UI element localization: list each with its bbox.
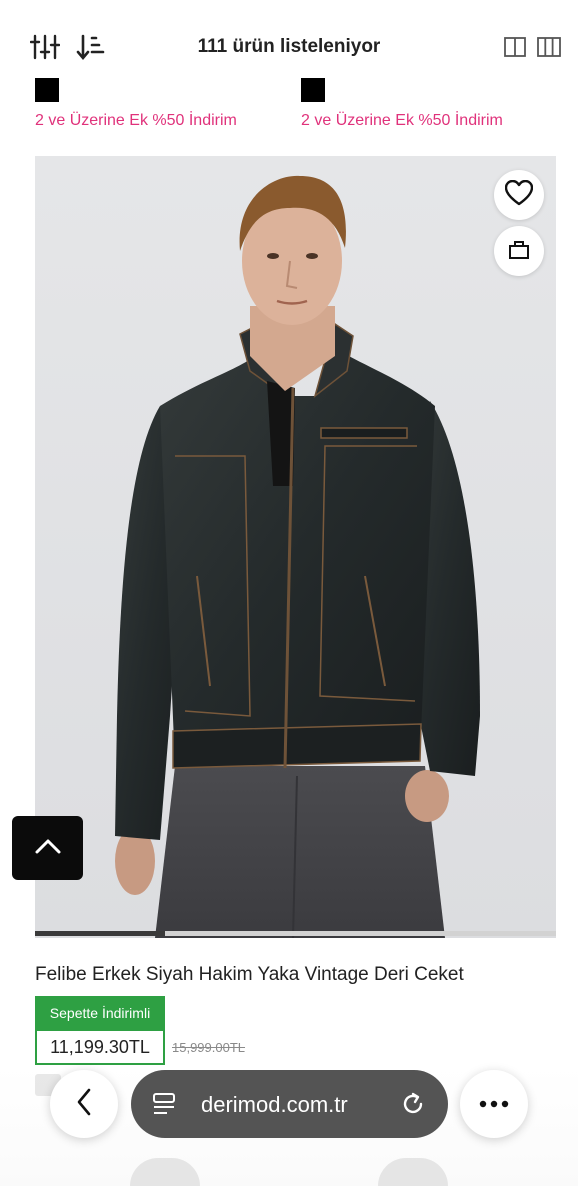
image-slider-progress	[35, 931, 166, 936]
scroll-to-top-button[interactable]	[12, 816, 83, 880]
favorite-button[interactable]	[494, 170, 544, 220]
address-bar[interactable]: derimod.com.tr	[131, 1070, 448, 1138]
promo-text: 2 ve Üzerine Ek %50 İndirim	[301, 112, 503, 129]
color-swatch-black[interactable]	[35, 78, 59, 102]
shopping-bag-icon	[508, 238, 530, 265]
url-text[interactable]: derimod.com.tr	[201, 1092, 348, 1118]
product-price: 11,199.30TL	[35, 1029, 165, 1065]
next-product-thumb	[378, 1158, 448, 1186]
promo-text: 2 ve Üzerine Ek %50 İndirim	[35, 112, 237, 129]
chevron-up-icon	[34, 837, 62, 860]
color-swatch-black[interactable]	[301, 78, 325, 102]
heart-icon	[504, 179, 534, 211]
next-product-thumb	[130, 1158, 200, 1186]
old-price: 15,999.00TL	[172, 1040, 246, 1055]
browser-back-button[interactable]	[50, 1070, 118, 1138]
product-name[interactable]: Felibe Erkek Siyah Hakim Yaka Vintage De…	[35, 964, 464, 986]
add-to-bag-button[interactable]	[494, 226, 544, 276]
product-photo	[115, 175, 480, 938]
discount-badge: Sepette İndirimli	[35, 996, 165, 1029]
listing-toolbar: 111 ürün listeleniyor	[0, 0, 578, 96]
browser-menu-button[interactable]	[460, 1070, 528, 1138]
more-dots-icon	[479, 1095, 509, 1113]
grid-two-column-icon[interactable]	[498, 30, 532, 64]
grid-three-column-icon[interactable]	[532, 30, 566, 64]
reload-icon[interactable]	[399, 1090, 427, 1118]
image-slider-indicator	[35, 931, 556, 936]
product-image[interactable]	[35, 156, 556, 938]
chevron-left-icon	[76, 1088, 92, 1121]
site-settings-icon[interactable]	[151, 1092, 177, 1116]
listing-count: 111 ürün listeleniyor	[197, 36, 381, 57]
